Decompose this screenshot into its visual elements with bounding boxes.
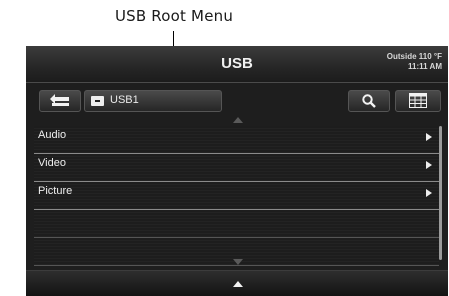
expand-up-arrow-icon[interactable]: [233, 281, 243, 287]
search-icon: [362, 94, 376, 108]
list-scrollbar[interactable]: [439, 126, 442, 260]
outside-temperature: Outside 110 °F: [386, 52, 442, 61]
menu-item-label: Audio: [38, 129, 67, 141]
status-readout: Outside 110 °F 11:11 AM: [387, 52, 442, 72]
title-bar: USB Outside 110 °F 11:11 AM: [26, 46, 448, 83]
source-label: USB1: [110, 94, 139, 106]
chevron-right-icon: [426, 161, 432, 169]
empty-list-row: [34, 210, 439, 238]
menu-item-picture[interactable]: Picture: [34, 182, 439, 210]
scroll-up-indicator-icon: [233, 117, 243, 123]
menu-item-video[interactable]: Video: [34, 154, 439, 182]
keypad-grid-icon: [409, 93, 427, 108]
menu-item-label: Picture: [38, 185, 73, 197]
usb-drive-icon: [91, 96, 104, 106]
head-unit-screen: USB Outside 110 °F 11:11 AM USB1 Audio V…: [26, 46, 448, 296]
menu-item-label: Video: [38, 157, 66, 169]
menu-list: Audio Video Picture: [34, 126, 439, 266]
keypad-button[interactable]: [395, 90, 441, 112]
menu-item-audio[interactable]: Audio: [34, 126, 439, 154]
clock: 11:11 AM: [408, 62, 442, 71]
back-button[interactable]: [39, 90, 81, 112]
chevron-right-icon: [426, 189, 432, 197]
back-arrow-icon: [50, 94, 69, 106]
callout-label: USB Root Menu: [114, 7, 234, 25]
source-selector-button[interactable]: USB1: [84, 90, 222, 112]
scroll-down-indicator-icon: [233, 259, 243, 265]
search-button[interactable]: [348, 90, 390, 112]
bottom-bar: [26, 270, 448, 296]
chevron-right-icon: [426, 133, 432, 141]
screen-title: USB: [221, 55, 253, 72]
